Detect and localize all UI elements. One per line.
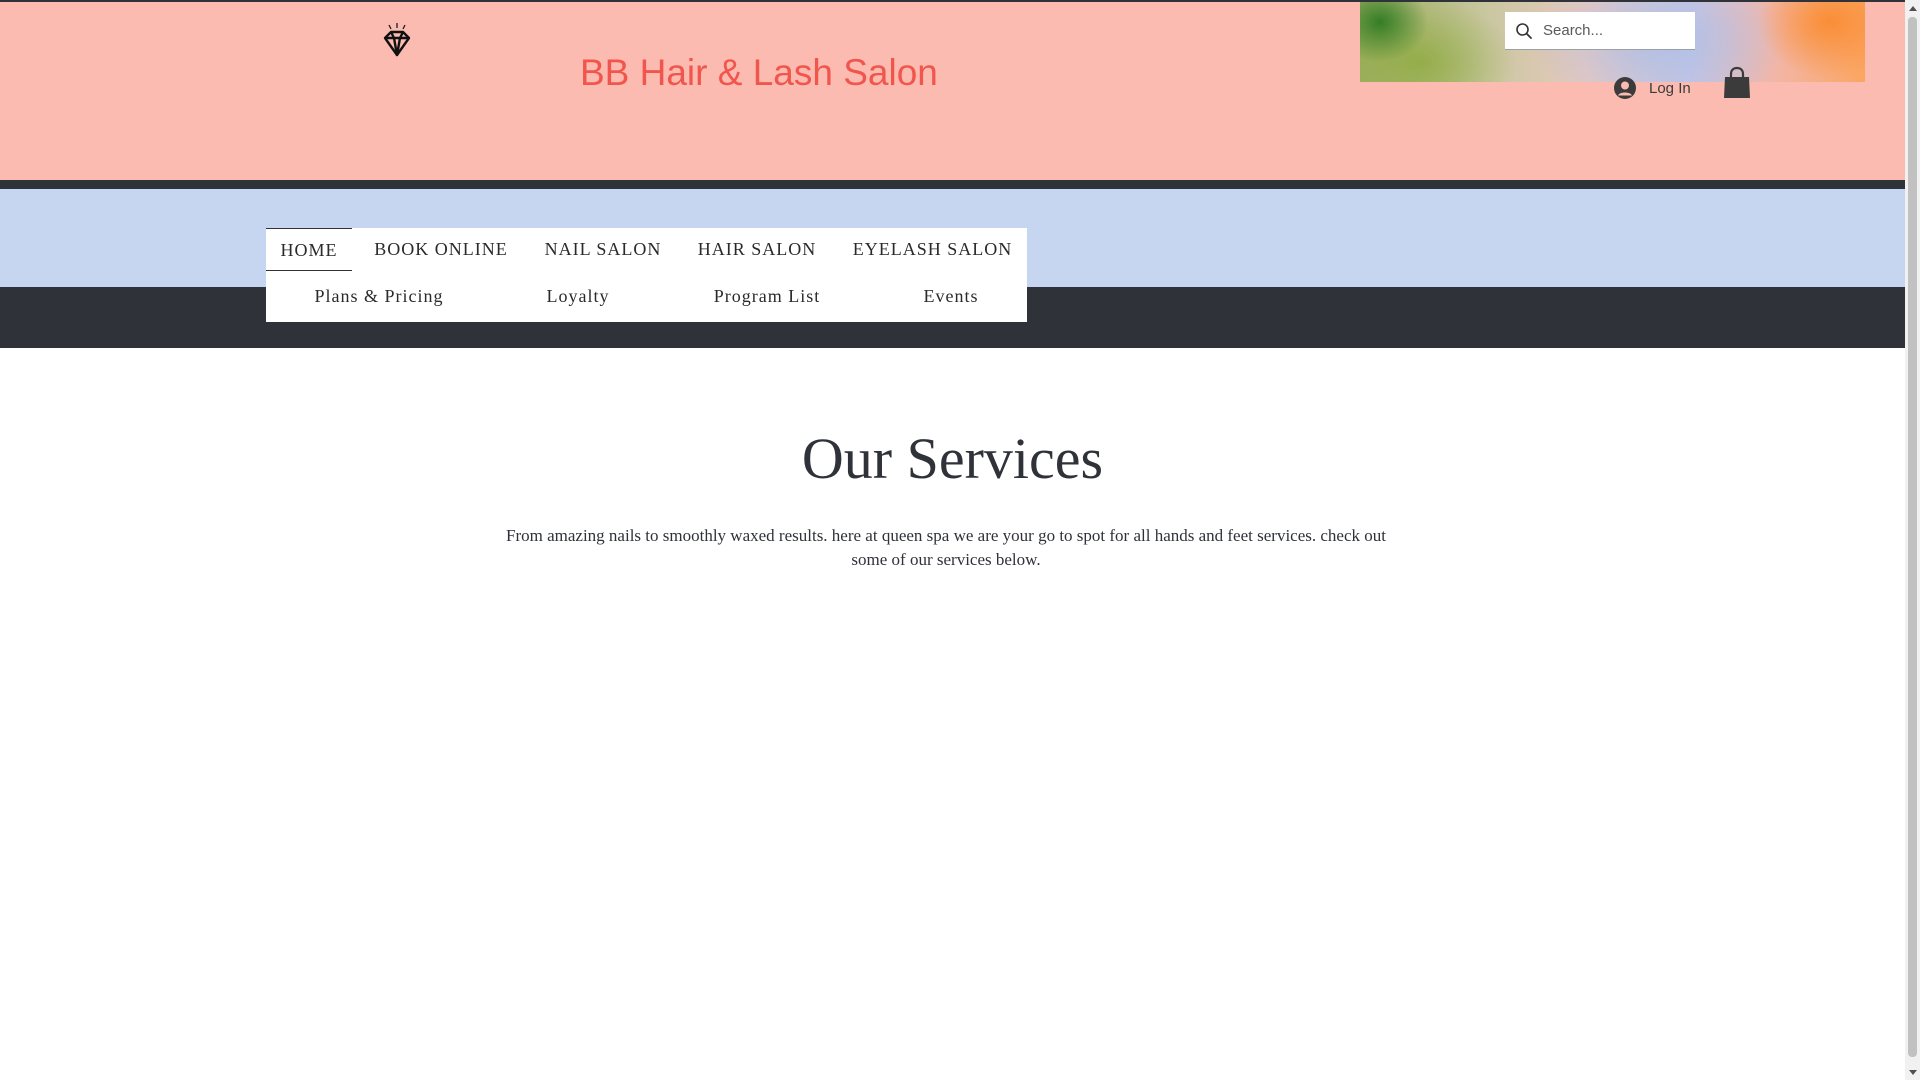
shopping-bag-icon[interactable] (1722, 66, 1752, 100)
header-divider (0, 180, 1905, 189)
services-description-line-2: some of our services below. (851, 550, 1041, 569)
login-button[interactable]: Log In (1613, 75, 1691, 101)
main-menu: HOME BOOK ONLINE NAIL SALON HAIR SALON E… (266, 228, 1027, 322)
services-description: From amazing nails to smoothly waxed res… (500, 524, 1392, 572)
scroll-down-arrow-icon[interactable] (1905, 1065, 1920, 1080)
search-icon (1516, 23, 1532, 39)
diamond-icon[interactable] (377, 22, 417, 62)
services-description-line-1: From amazing nails to smoothly waxed res… (506, 526, 1386, 545)
menu-row-secondary: Plans & Pricing Loyalty Program List Eve… (266, 271, 1027, 322)
menu-item-hair-salon[interactable]: HAIR SALON (676, 228, 838, 271)
menu-item-loyalty[interactable]: Loyalty (547, 271, 610, 322)
menu-item-nail-salon[interactable]: NAIL SALON (530, 228, 676, 271)
vertical-scrollbar[interactable] (1905, 0, 1920, 1080)
menu-item-plans-pricing[interactable]: Plans & Pricing (314, 271, 443, 322)
services-heading: Our Services (801, 426, 1104, 491)
menu-item-home[interactable]: HOME (266, 228, 352, 271)
menu-row-primary: HOME BOOK ONLINE NAIL SALON HAIR SALON E… (266, 228, 1027, 271)
search-bar[interactable] (1505, 12, 1695, 50)
menu-item-events[interactable]: Events (924, 271, 979, 322)
menu-item-book-online[interactable]: BOOK ONLINE (352, 228, 530, 271)
menu-item-eyelash-salon[interactable]: EYELASH SALON (838, 228, 1027, 271)
scrollbar-thumb[interactable] (1908, 17, 1917, 1057)
page: BB Hair & Lash Salon Log In HOME BOOK ON… (0, 0, 1920, 1080)
login-label: Log In (1649, 79, 1691, 97)
menu-item-program-list[interactable]: Program List (714, 271, 821, 322)
site-title[interactable]: BB Hair & Lash Salon (580, 52, 938, 94)
scroll-up-arrow-icon[interactable] (1905, 0, 1920, 15)
user-avatar-icon (1614, 77, 1636, 99)
search-input[interactable] (1543, 12, 1691, 48)
